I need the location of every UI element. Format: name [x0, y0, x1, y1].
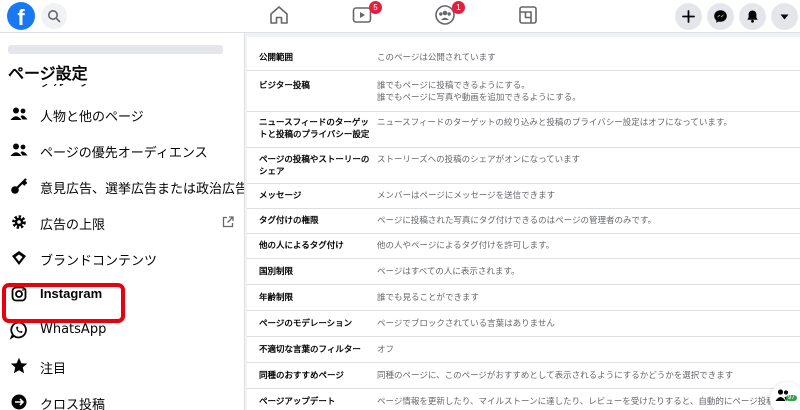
- setting-name: タグ付けの権限: [259, 216, 319, 226]
- messenger-icon: [714, 10, 727, 23]
- facebook-logo[interactable]: f: [7, 2, 35, 30]
- sidebar-item-label: ページの優先オーディエンス: [40, 146, 208, 161]
- sidebar-item-branded-content[interactable]: ブランドコンテンツ: [0, 240, 244, 276]
- settings-row-country-restrictions[interactable]: 国別制限 ページはすべての人に表示されます。: [247, 259, 800, 285]
- setting-value: メンバーはページにメッセージを送信できます: [377, 191, 556, 201]
- bell-icon: [747, 10, 758, 23]
- key-icon: [9, 176, 29, 196]
- people-icon: [9, 104, 29, 124]
- settings-row-visibility[interactable]: 公開範囲 このページは公開されています: [247, 37, 800, 71]
- setting-name: 不適切な言葉のフィルター: [259, 345, 361, 355]
- home-tab[interactable]: [268, 4, 290, 26]
- gaming-icon: [519, 6, 537, 24]
- breadcrumb[interactable]: [8, 45, 223, 54]
- setting-name: ページの投稿やストーリーのシェア: [259, 155, 370, 177]
- caret-down-icon: [780, 14, 789, 20]
- sidebar-item-political-ads[interactable]: 意見広告、選挙広告または政治広告: [0, 168, 245, 204]
- setting-name: メッセージ: [259, 191, 302, 201]
- contacts-chat-button[interactable]: 97: [770, 382, 800, 410]
- settings-row-story-sharing[interactable]: ページの投稿やストーリーのシェア ストーリーズへの投稿のシェアがオンになっていま…: [247, 148, 800, 184]
- setting-value: ページに投稿された写真にタグ付けできるのはページの管理者のみです。: [377, 216, 657, 226]
- setting-value: 他の人やページによるタグ付けを許可します。: [377, 241, 555, 251]
- gear-icon: [9, 212, 29, 232]
- setting-name: 国別制限: [259, 267, 294, 277]
- setting-value: このページは公開されています: [377, 53, 496, 63]
- setting-value: ページはすべての人に表示されます。: [377, 267, 520, 277]
- people-icon: [9, 140, 29, 160]
- star-icon: [9, 356, 29, 376]
- setting-name: 他の人によるタグ付け: [259, 241, 344, 251]
- settings-row-page-moderation[interactable]: ページのモデレーション ページでブロックされている言葉はありません: [247, 311, 800, 337]
- sidebar-item-label: 人物と他のページ: [40, 110, 144, 125]
- messenger-button[interactable]: [707, 3, 734, 30]
- groups-tab[interactable]: 1: [434, 1, 465, 26]
- handshake-icon: [9, 248, 29, 268]
- setting-value: 誰でもページに写真や動画を追加できるようにする。: [377, 93, 581, 103]
- instagram-highlight-box: [2, 283, 125, 323]
- groups-badge: 1: [452, 1, 465, 14]
- setting-value: 同種のページに、このページがおすすめとして表示されるようにするかどうかを選択でき…: [377, 371, 734, 381]
- setting-name: ページのモデレーション: [259, 319, 353, 329]
- settings-row-news-feed-targeting[interactable]: ニュースフィードのターゲットと投稿のプライバシー設定 ニュースフィードのターゲッ…: [247, 112, 800, 148]
- sidebar-item-label: 注目: [40, 362, 67, 377]
- external-link-icon: [221, 214, 235, 228]
- setting-name: ニュースフィードのターゲットと投稿のプライバシー設定: [259, 118, 370, 140]
- page-title: ページ設定: [8, 60, 94, 84]
- top-navigation-bar: f 5 1: [0, 0, 800, 33]
- setting-value: 誰でもページに投稿できるようにする。: [377, 81, 530, 91]
- settings-table: 公開範囲 このページは公開されています ビジター投稿 誰でもページに投稿できるよ…: [247, 37, 800, 410]
- account-menu-button[interactable]: [771, 3, 798, 30]
- cross-post-icon: [9, 392, 29, 410]
- sidebar-item-featured[interactable]: 注目: [0, 348, 244, 384]
- gaming-tab[interactable]: [517, 4, 539, 26]
- settings-sidebar: ページ設定 グループ 人物と他のページ ページの優先オーディエンス 意見広告、選…: [0, 33, 245, 410]
- plus-icon: [682, 10, 695, 23]
- watch-badge: 5: [369, 1, 382, 14]
- settings-row-profanity-filter[interactable]: 不適切な言葉のフィルター オフ: [247, 337, 800, 363]
- sidebar-item-crossposting[interactable]: クロス投稿: [0, 384, 244, 410]
- settings-row-page-updates[interactable]: ページアップデート ページ情報を更新したり、マイルストーンに達したり、レビューを…: [247, 389, 800, 410]
- sidebar-item-ad-limits[interactable]: 広告の上限: [0, 204, 244, 240]
- search-icon: [48, 10, 61, 23]
- sidebar-item-audience[interactable]: ページの優先オーディエンス: [0, 132, 244, 168]
- setting-value: 誰でも見ることができます: [377, 293, 480, 303]
- setting-value: ページ情報を更新したり、マイルストーンに達したり、レビューを受けたりすると、自動…: [377, 397, 775, 407]
- settings-row-tagging-permission[interactable]: タグ付けの権限 ページに投稿された写真にタグ付けできるのはページの管理者のみです…: [247, 209, 800, 234]
- setting-name: 年齢制限: [259, 293, 294, 303]
- watch-tab[interactable]: 5: [351, 1, 382, 26]
- setting-value: オフ: [377, 345, 395, 355]
- home-icon: [270, 6, 288, 24]
- sidebar-menu: グループ 人物と他のページ ページの優先オーディエンス 意見広告、選挙広告または…: [0, 72, 245, 410]
- sidebar-item-label: クロス投稿: [40, 398, 106, 410]
- settings-row-visitor-posts[interactable]: ビジター投稿 誰でもページに投稿できるようにする。 誰でもページに写真や動画を追…: [247, 71, 800, 112]
- setting-name: ビジター投稿: [259, 81, 310, 91]
- sidebar-item-people[interactable]: 人物と他のページ: [0, 96, 244, 132]
- sidebar-item-label: 意見広告、選挙広告または政治広告: [40, 182, 245, 197]
- notifications-button[interactable]: [739, 3, 766, 30]
- setting-name: 同種のおすすめページ: [259, 371, 344, 381]
- setting-name: 公開範囲: [259, 53, 294, 63]
- sidebar-item-label: 広告の上限: [40, 218, 106, 233]
- setting-value: ストーリーズへの投稿のシェアがオンになっています: [377, 155, 581, 165]
- chat-count-badge: 97: [786, 395, 797, 401]
- whatsapp-icon: [9, 320, 29, 340]
- settings-row-similar-pages[interactable]: 同種のおすすめページ 同種のページに、このページがおすすめとして表示されるように…: [247, 363, 800, 389]
- settings-row-messages[interactable]: メッセージ メンバーはページにメッセージを送信できます: [247, 184, 800, 209]
- search-button[interactable]: [41, 3, 67, 29]
- setting-name: ページアップデート: [259, 397, 336, 407]
- settings-row-age-restrictions[interactable]: 年齢制限 誰でも見ることができます: [247, 285, 800, 311]
- setting-value: ページでブロックされている言葉はありません: [377, 319, 555, 329]
- setting-value: ニュースフィードのターゲットの絞り込みと投稿のプライバシー設定はオフになっていま…: [377, 118, 732, 128]
- create-button[interactable]: [675, 3, 702, 30]
- settings-row-others-tagging[interactable]: 他の人によるタグ付け 他の人やページによるタグ付けを許可します。: [247, 234, 800, 259]
- sidebar-item-label: WhatsApp: [40, 322, 107, 337]
- sidebar-item-label: ブランドコンテンツ: [40, 254, 158, 269]
